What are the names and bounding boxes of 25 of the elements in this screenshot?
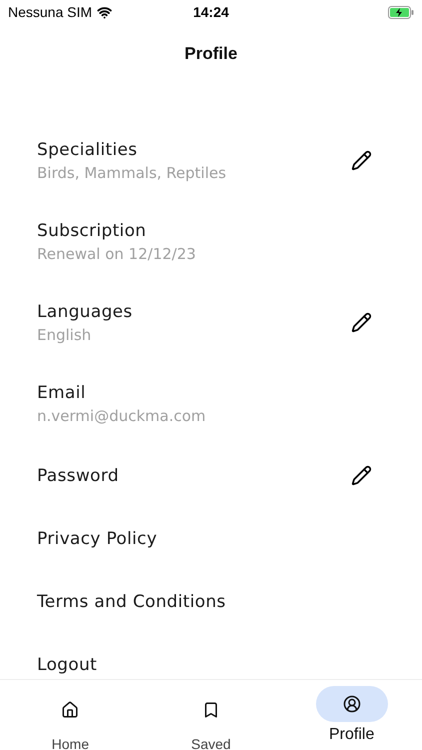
tab-bar-item[interactable]: Saved — [140, 680, 282, 750]
setting-value: Renewal on 12/12/23 — [37, 244, 197, 262]
carrier-name: Nessuna SIM — [8, 4, 92, 20]
tab-bar-item[interactable]: Home — [0, 680, 141, 750]
battery-icon — [388, 6, 414, 18]
setting-value: n.vermi@duckma.com — [37, 406, 207, 424]
setting-label[interactable]: Privacy Policy — [37, 528, 372, 548]
setting-label[interactable]: Subscription — [37, 220, 372, 240]
setting-value: Birds, Mammals, Reptiles — [37, 164, 228, 182]
edit-button[interactable] — [351, 312, 372, 333]
edit-button[interactable] — [351, 150, 372, 171]
home-icon — [61, 701, 80, 719]
setting-label[interactable]: Specialities — [37, 140, 351, 160]
user-icon — [342, 695, 361, 713]
setting-label[interactable]: Email — [37, 382, 372, 402]
edit-button[interactable] — [351, 465, 372, 486]
setting-label[interactable]: Languages — [37, 302, 351, 322]
setting-label[interactable]: Password — [37, 466, 351, 486]
tab-bar-item[interactable]: Profile — [281, 680, 422, 750]
setting-label[interactable]: Logout — [37, 654, 372, 674]
clock-time: 14:24 — [193, 4, 229, 20]
page-title: Profile — [184, 44, 238, 64]
wifi-icon — [97, 4, 112, 20]
setting-value: English — [37, 326, 92, 344]
setting-label[interactable]: Terms and Conditions — [37, 592, 372, 612]
